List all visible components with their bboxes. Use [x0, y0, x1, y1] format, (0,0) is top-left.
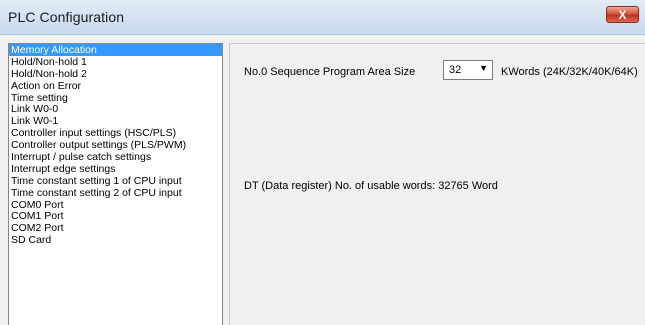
- sequence-area-size-dropdown[interactable]: 32 ▼: [443, 60, 493, 80]
- list-item[interactable]: COM1 Port: [9, 210, 222, 223]
- list-item[interactable]: Link W0-0: [9, 103, 222, 116]
- list-item[interactable]: Hold/Non-hold 1: [9, 56, 222, 68]
- list-item[interactable]: Time constant setting 1 of CPU input: [9, 175, 222, 187]
- sequence-area-size-value: 32: [449, 64, 462, 76]
- list-item[interactable]: Time setting: [9, 92, 222, 104]
- memory-allocation-panel: No.0 Sequence Program Area Size 32 ▼ KWo…: [229, 43, 645, 325]
- list-item[interactable]: Memory Allocation: [9, 44, 222, 56]
- title-bar: PLC Configuration X: [0, 0, 645, 35]
- chevron-down-icon[interactable]: ▼: [479, 63, 488, 73]
- list-item[interactable]: Controller input settings (HSC/PLS): [9, 127, 222, 139]
- sequence-area-size-label: No.0 Sequence Program Area Size: [244, 66, 416, 78]
- list-item[interactable]: Interrupt / pulse catch settings: [9, 151, 222, 163]
- settings-category-list[interactable]: Memory Allocation Hold/Non-hold 1 Hold/Non…: [8, 43, 223, 325]
- list-item[interactable]: COM0 Port: [9, 199, 222, 211]
- list-item[interactable]: SD Card: [9, 234, 222, 246]
- list-item[interactable]: Action on Error: [9, 80, 222, 92]
- list-item[interactable]: Link W0-1: [9, 115, 222, 127]
- list-item[interactable]: Hold/Non-hold 2: [9, 68, 222, 80]
- dt-usable-words-label: DT (Data register) No. of usable words: …: [244, 180, 498, 192]
- window-title: PLC Configuration: [8, 9, 125, 25]
- close-icon: X: [618, 8, 627, 22]
- list-item[interactable]: Time constant setting 2 of CPU input: [9, 187, 222, 199]
- list-item[interactable]: Interrupt edge settings: [9, 163, 222, 175]
- list-item[interactable]: Controller output settings (PLS/PWM): [9, 139, 222, 151]
- list-item[interactable]: COM2 Port: [9, 222, 222, 234]
- kwords-unit-label: KWords (24K/32K/40K/64K): [501, 66, 638, 78]
- close-button[interactable]: X: [606, 6, 639, 23]
